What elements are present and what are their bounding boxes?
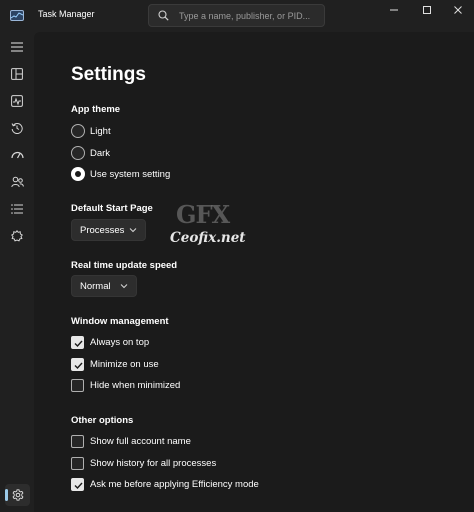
users-icon[interactable] [8,173,26,191]
sidebar-item-settings[interactable] [5,484,30,506]
default-start-page-heading: Default Start Page [71,203,153,214]
processes-icon[interactable] [8,65,26,83]
option-show-history-all-processes[interactable]: Show history for all processes [71,455,216,471]
window-management-heading: Window management [71,316,169,327]
page-title: Settings [71,64,146,85]
gear-icon [12,489,23,501]
selected-indicator [5,489,8,501]
minimize-button[interactable] [378,0,410,20]
radio-button-selected[interactable] [71,167,85,181]
minimize-icon [390,9,398,11]
checkbox-checked[interactable] [71,335,84,349]
option-always-on-top[interactable]: Always on top [71,334,149,350]
close-icon [454,6,462,14]
option-show-full-account-name[interactable]: Show full account name [71,433,191,449]
option-ask-efficiency-mode[interactable]: Ask me before applying Efficiency mode [71,476,259,492]
maximize-icon [423,6,431,14]
app-history-icon[interactable] [8,119,26,137]
checkbox-label: Show history for all processes [90,457,217,469]
performance-icon[interactable] [8,92,26,110]
checkmark-icon [74,482,83,489]
radio-label: Use system setting [90,168,171,180]
search-input[interactable] [179,8,319,23]
checkbox[interactable] [71,378,84,392]
checkbox-checked[interactable] [71,357,84,371]
radio-label: Dark [90,147,111,159]
chevron-down-icon [120,284,128,289]
services-icon[interactable] [8,227,26,245]
checkbox-label: Ask me before applying Efficiency mode [90,478,259,490]
checkbox-label: Show full account name [90,435,191,447]
theme-option-system[interactable]: Use system setting [71,166,170,182]
dropdown-value: Processes [80,224,125,236]
checkbox-checked[interactable] [71,477,84,491]
checkbox-label: Always on top [90,336,150,348]
search-box[interactable] [148,4,325,27]
update-speed-heading: Real time update speed [71,260,178,271]
dropdown-value: Normal [80,280,111,292]
checkmark-icon [74,340,83,347]
watermark-logo: GFX [176,200,230,229]
task-manager-icon [10,10,24,21]
watermark-text: Ceofix.net [170,230,246,246]
maximize-button[interactable] [411,0,443,20]
app-theme-heading: App theme [71,104,121,115]
search-icon [158,10,169,21]
checkmark-icon [74,362,83,369]
close-button[interactable] [442,0,474,20]
watermark: GFX Ceofix.net [170,200,250,260]
checkbox-label: Hide when minimized [90,379,181,391]
details-icon[interactable] [8,200,26,218]
startup-apps-icon[interactable] [8,146,26,164]
title-bar: Task Manager [0,0,474,32]
settings-page: Settings App theme Light Dark Use system… [34,32,474,512]
option-minimize-on-use[interactable]: Minimize on use [71,356,159,372]
theme-option-light[interactable]: Light [71,123,111,139]
other-options-heading: Other options [71,415,134,426]
checkbox-label: Minimize on use [90,358,159,370]
hamburger-menu-icon[interactable] [8,38,26,56]
sidebar [0,32,34,512]
radio-label: Light [90,125,111,137]
chevron-down-icon [129,228,137,233]
checkbox[interactable] [71,456,84,470]
window-title: Task Manager [38,9,95,19]
theme-option-dark[interactable]: Dark [71,145,110,161]
radio-button[interactable] [71,146,85,160]
radio-button[interactable] [71,124,85,138]
start-page-dropdown[interactable]: Processes [71,219,146,241]
update-speed-dropdown[interactable]: Normal [71,275,137,297]
option-hide-when-minimized[interactable]: Hide when minimized [71,377,180,393]
checkbox[interactable] [71,434,84,448]
